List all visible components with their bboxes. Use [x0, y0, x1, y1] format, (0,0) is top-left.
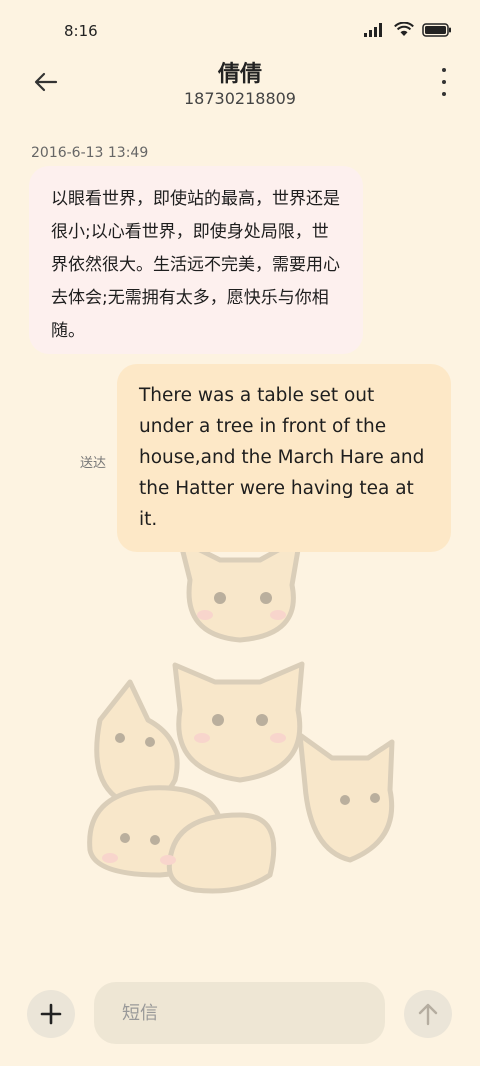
outgoing-message-bubble[interactable]: There was a table set out under a tree i… [117, 364, 451, 552]
delivery-status: 送达 [80, 456, 107, 471]
more-options-button[interactable] [436, 68, 452, 96]
status-time: 8:16 [64, 22, 98, 40]
contact-number: 18730218809 [184, 89, 296, 108]
add-attachment-button[interactable] [27, 990, 75, 1038]
contact-name: 倩倩 [217, 62, 262, 87]
more-vertical-icon [442, 68, 446, 72]
message-timestamp: 2016-6-13 13:49 [31, 145, 149, 161]
message-input[interactable] [94, 982, 385, 1044]
battery-icon [422, 22, 451, 37]
incoming-message-bubble[interactable]: 以眼看世界，即使站的最高，世界还是很小;以心看世界，即使身处局限，世界依然很大。… [29, 166, 363, 354]
signal-icon [364, 22, 382, 37]
plus-icon [40, 1003, 62, 1025]
home-indicator [172, 1056, 308, 1060]
send-button[interactable] [404, 990, 452, 1038]
arrow-up-icon [418, 1003, 438, 1026]
status-bar: 8:16 [0, 0, 480, 60]
wifi-icon [394, 22, 414, 36]
status-icons [364, 22, 452, 37]
